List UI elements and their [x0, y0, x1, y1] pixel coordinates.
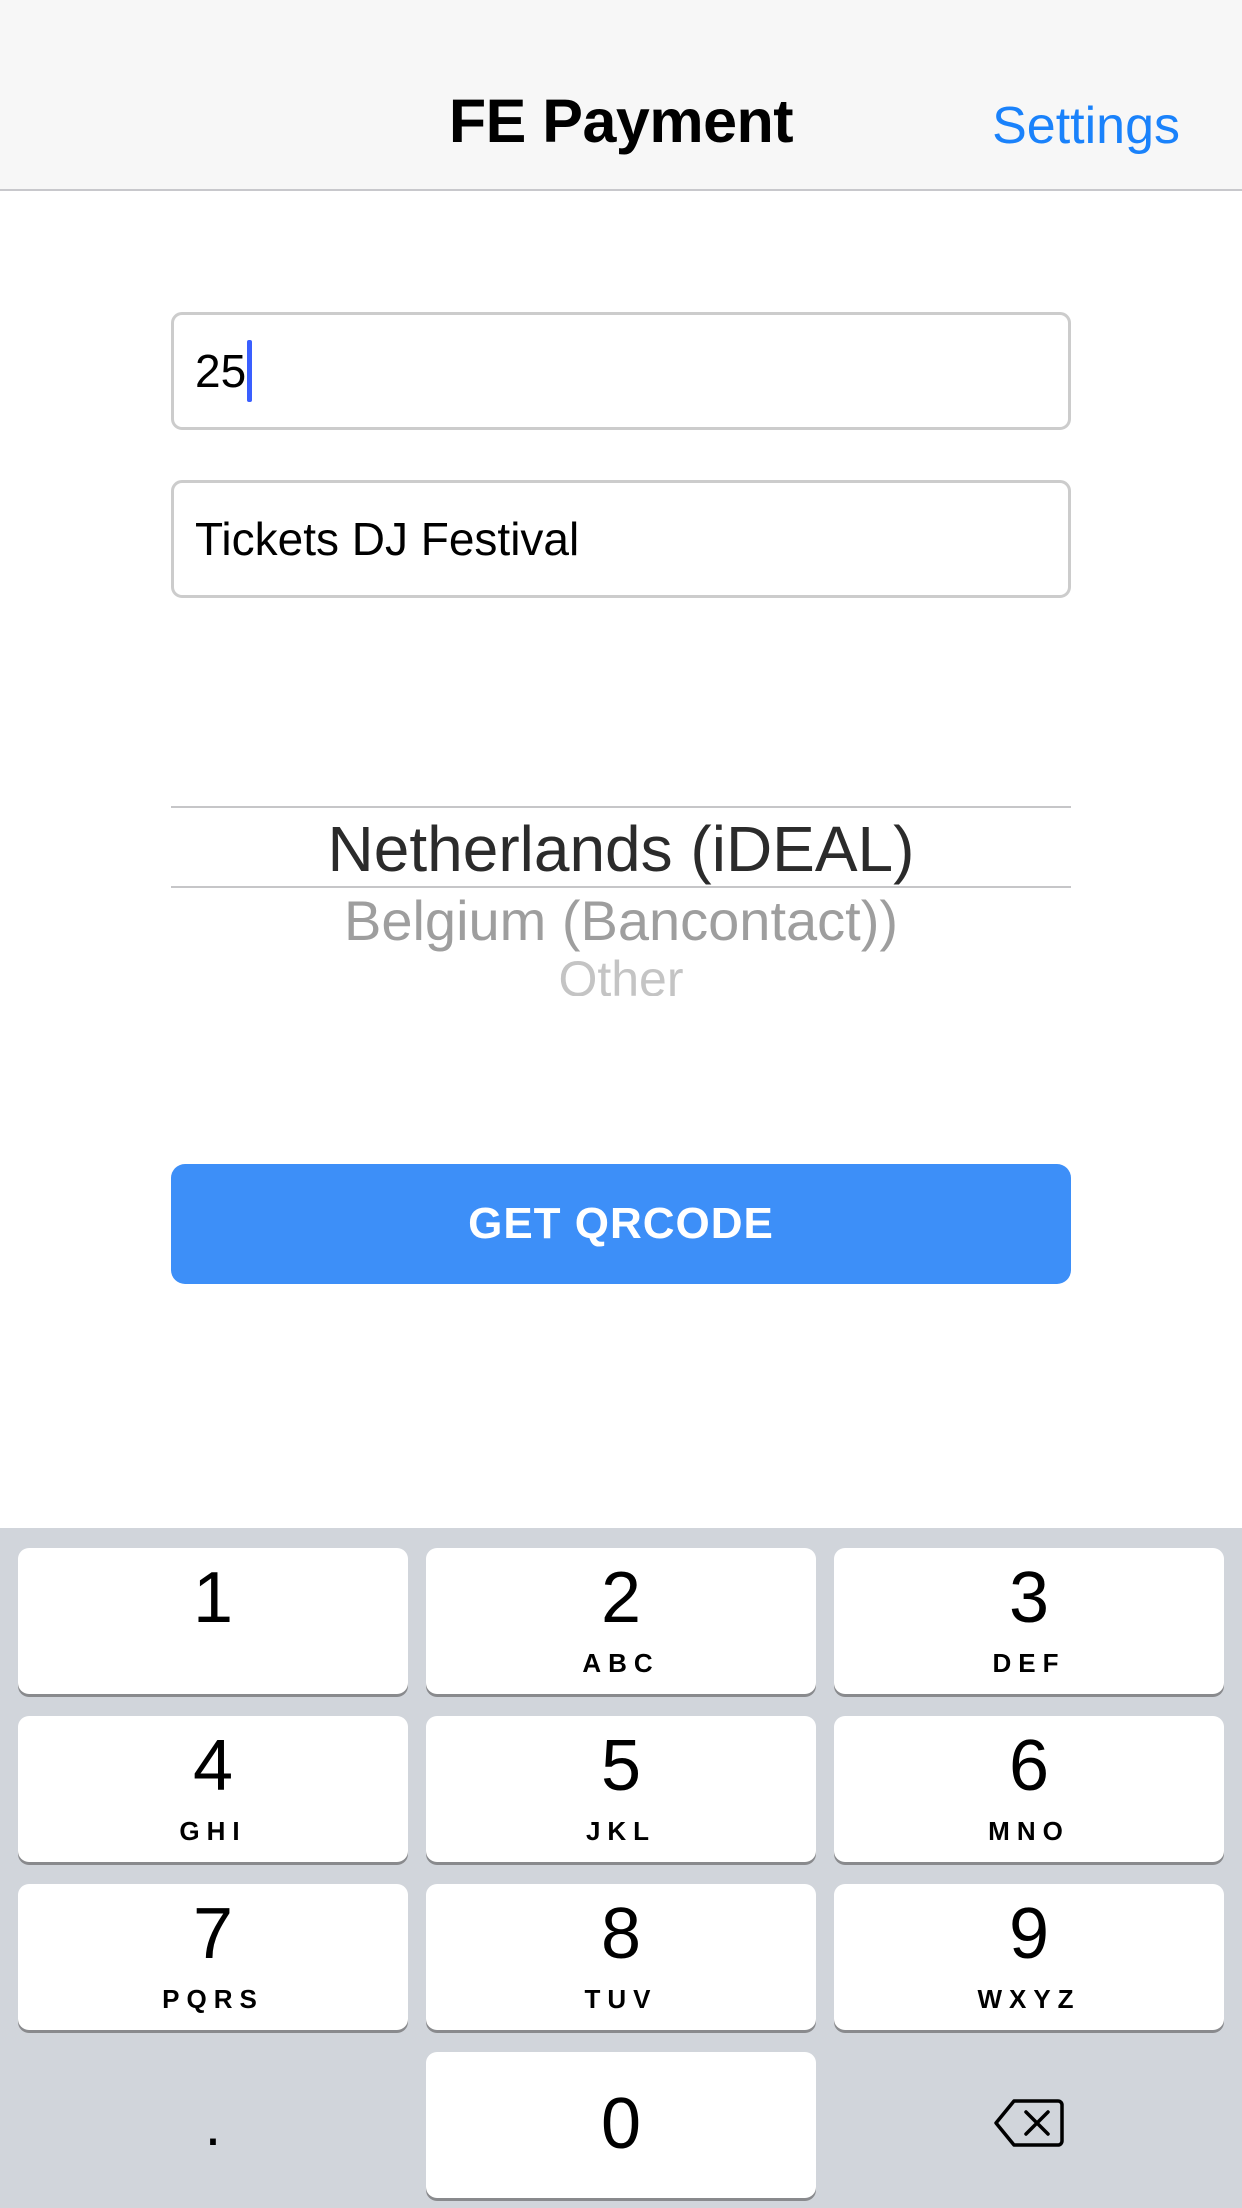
- key-7[interactable]: 7 PQRS: [18, 1884, 408, 2030]
- key-0[interactable]: 0: [426, 2052, 816, 2198]
- delete-backspace-icon: [994, 2098, 1064, 2153]
- key-6[interactable]: 6 MNO: [834, 1716, 1224, 1862]
- get-qrcode-button[interactable]: GET QRCODE: [171, 1164, 1071, 1284]
- key-4[interactable]: 4 GHI: [18, 1716, 408, 1862]
- description-input[interactable]: Tickets DJ Festival: [171, 480, 1071, 598]
- key-letters: ABC: [582, 1648, 660, 1678]
- picker-selection-top-line: [171, 806, 1071, 808]
- numeric-keyboard: 1 2 ABC 3 DEF 4 GHI 5 JKL 6 MNO 7 PQRS 8…: [0, 1528, 1242, 2208]
- key-8[interactable]: 8 TUV: [426, 1884, 816, 2030]
- navigation-bar: FE Payment Settings: [0, 0, 1242, 191]
- key-letters: TUV: [584, 1984, 658, 2014]
- key-1[interactable]: 1: [18, 1548, 408, 1694]
- key-letters: WXYZ: [977, 1984, 1081, 2014]
- description-value: Tickets DJ Festival: [195, 513, 580, 565]
- picker-option[interactable]: Belgium (Bancontact)): [171, 888, 1071, 953]
- key-5[interactable]: 5 JKL: [426, 1716, 816, 1862]
- key-digit: 2: [600, 1558, 642, 1638]
- key-digit: 0: [600, 2084, 642, 2164]
- key-letters: JKL: [585, 1816, 657, 1846]
- delete-key[interactable]: [834, 2052, 1224, 2198]
- key-digit: 7: [192, 1894, 234, 1974]
- key-decimal[interactable]: .: [18, 2052, 408, 2198]
- key-digit: 5: [600, 1726, 642, 1806]
- key-digit: 1: [192, 1558, 234, 1638]
- settings-button[interactable]: Settings: [992, 96, 1180, 156]
- text-caret: [247, 340, 253, 402]
- key-letters: GHI: [179, 1816, 247, 1846]
- key-digit: 8: [600, 1894, 642, 1974]
- key-digit: 3: [1008, 1558, 1050, 1638]
- key-letters: MNO: [988, 1816, 1070, 1846]
- key-letters: DEF: [992, 1648, 1066, 1678]
- amount-input[interactable]: 25: [171, 312, 1071, 430]
- key-letters: PQRS: [162, 1984, 264, 2014]
- key-digit: 4: [192, 1726, 234, 1806]
- key-3[interactable]: 3 DEF: [834, 1548, 1224, 1694]
- picker-option[interactable]: Other: [171, 950, 1071, 996]
- key-digit: 9: [1008, 1894, 1050, 1974]
- picker-option-selected[interactable]: Netherlands (iDEAL): [171, 812, 1071, 886]
- key-2[interactable]: 2 ABC: [426, 1548, 816, 1694]
- key-digit: 6: [1008, 1726, 1050, 1806]
- amount-value: 25: [195, 345, 247, 397]
- key-9[interactable]: 9 WXYZ: [834, 1884, 1224, 2030]
